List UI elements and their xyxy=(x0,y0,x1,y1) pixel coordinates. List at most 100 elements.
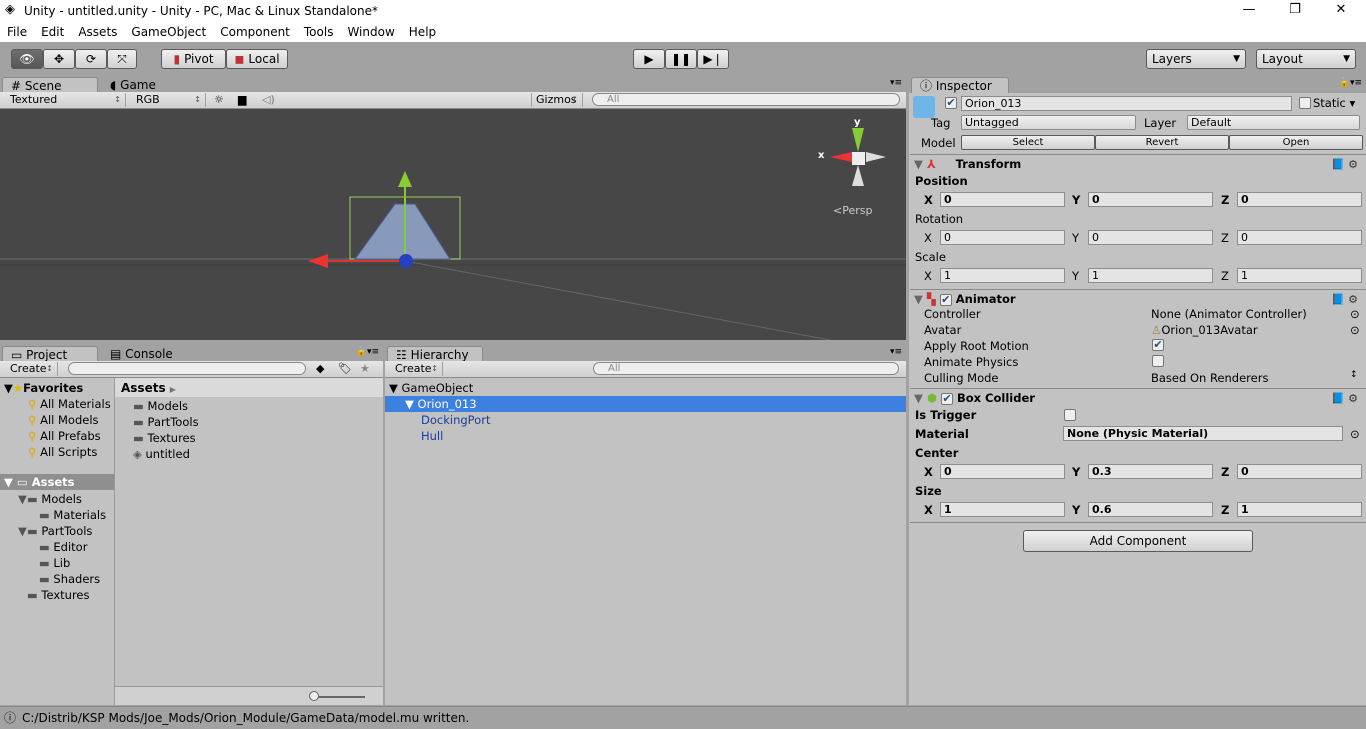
image-icon[interactable]: ▆ xyxy=(238,93,246,106)
play-button[interactable]: ▶ xyxy=(633,49,665,69)
status-bar[interactable]: ⓘ C:/Distrib/KSP Mods/Joe_Mods/Orion_Mod… xyxy=(0,706,1366,728)
tree-folder[interactable]: ▼▬ Shaders xyxy=(30,572,100,586)
menu-assets[interactable]: Assets xyxy=(71,25,124,39)
minimize-button[interactable]: — xyxy=(1234,2,1264,17)
model-select-button[interactable]: Select xyxy=(961,135,1095,150)
is-trigger-checkbox[interactable] xyxy=(1064,409,1076,421)
scale-tool-button[interactable]: ⤧ xyxy=(107,49,137,69)
panel-menu-icon[interactable]: ▾≡ xyxy=(890,78,902,88)
controller-value[interactable]: None (Animator Controller) xyxy=(1151,307,1307,321)
step-button[interactable]: ▶❘ xyxy=(697,49,729,69)
favorite-star-icon[interactable]: ★ xyxy=(360,362,370,375)
tab-inspector[interactable]: ⓘ Inspector xyxy=(911,77,1009,93)
tree-folder[interactable]: ▼▬ Models xyxy=(18,492,82,506)
scene-canvas[interactable] xyxy=(0,109,906,340)
scene-view[interactable]: x y <Persp xyxy=(0,109,906,340)
orion-mesh[interactable] xyxy=(354,203,451,260)
tree-folder[interactable]: ▼▬ Materials xyxy=(30,508,106,522)
asset-item[interactable]: ▬ Textures xyxy=(133,431,196,445)
filter-type-icon[interactable]: ◆ xyxy=(316,362,324,375)
assets-root-selected[interactable]: ▼ ▭ Assets xyxy=(0,474,114,490)
hierarchy-item[interactable]: DockingPort xyxy=(385,412,906,428)
transform-header[interactable]: ▼ ⅄ Transform 📘 ⚙ xyxy=(910,154,1366,174)
vector-y-field[interactable]: 0 xyxy=(1088,192,1213,207)
vector-y-field[interactable]: 0.3 xyxy=(1088,464,1213,479)
rotate-tool-button[interactable]: ⟳ xyxy=(75,49,107,69)
favorite-item[interactable]: ⚲ All Prefabs xyxy=(28,429,101,443)
vector-y-field[interactable]: 1 xyxy=(1088,268,1213,283)
project-create-dropdown[interactable]: Create xyxy=(6,362,58,376)
vector-z-field[interactable]: 0 xyxy=(1237,192,1362,207)
vector-y-field[interactable]: 0.6 xyxy=(1088,502,1213,517)
menu-help[interactable]: Help xyxy=(402,25,443,39)
dropdown-arrows-icon[interactable]: ↕ xyxy=(1350,370,1358,380)
add-component-button[interactable]: Add Component xyxy=(1023,530,1253,552)
local-button[interactable]: ◼ Local xyxy=(226,49,288,69)
tree-folder[interactable]: ▼▬ Lib xyxy=(30,556,70,570)
vector-x-field[interactable]: 0 xyxy=(940,192,1065,207)
tag-dropdown[interactable]: Untagged xyxy=(961,115,1136,130)
menu-file[interactable]: File xyxy=(0,25,34,39)
vector-x-field[interactable]: 0 xyxy=(940,464,1065,479)
object-picker-icon[interactable]: ⊙ xyxy=(1350,427,1360,441)
gizmo-negx-cone[interactable] xyxy=(866,152,886,162)
favorite-item[interactable]: ⚲ All Materials xyxy=(28,397,111,411)
menu-edit[interactable]: Edit xyxy=(34,25,71,39)
model-open-button[interactable]: Open xyxy=(1229,135,1363,150)
gizmo-negy-cone[interactable] xyxy=(852,165,864,186)
asset-item[interactable]: ◈ untitled xyxy=(133,447,190,461)
persp-label[interactable]: <Persp xyxy=(833,204,872,217)
avatar-value[interactable]: ♙Orion_013Avatar xyxy=(1151,323,1258,337)
favorites-header[interactable]: ▼★Favorites xyxy=(4,381,83,395)
object-name-field[interactable]: Orion_013 xyxy=(961,96,1292,111)
object-picker-icon[interactable]: ⊙ xyxy=(1350,323,1360,337)
slider-thumb[interactable] xyxy=(309,691,319,701)
animate-physics-checkbox[interactable] xyxy=(1152,355,1164,367)
favorite-item[interactable]: ⚲ All Scripts xyxy=(28,445,97,459)
vector-z-field[interactable]: 1 xyxy=(1237,502,1362,517)
assets-breadcrumb[interactable]: Assets ▶ xyxy=(115,378,383,397)
y-arrow-icon[interactable] xyxy=(398,171,412,187)
model-revert-button[interactable]: Revert xyxy=(1095,135,1229,150)
culling-mode-dropdown[interactable]: Based On Renderers xyxy=(1151,371,1268,385)
asset-item[interactable]: ▬ Models xyxy=(133,399,188,413)
vector-z-field[interactable]: 1 xyxy=(1237,268,1362,283)
layout-dropdown[interactable]: Layout ▼ xyxy=(1256,49,1356,69)
close-button[interactable]: ✕ xyxy=(1326,2,1356,17)
layer-dropdown[interactable]: Default xyxy=(1187,115,1360,130)
tab-project[interactable]: ▭ Project xyxy=(2,346,98,362)
menu-component[interactable]: Component xyxy=(213,25,297,39)
tab-hierarchy[interactable]: ☷ Hierarchy xyxy=(387,346,483,362)
view-tool-button[interactable]: 👁 xyxy=(11,49,43,69)
x-arrow-icon[interactable] xyxy=(308,254,328,268)
maximize-button[interactable]: ❐ xyxy=(1280,2,1310,17)
tree-folder[interactable]: ▼▬ Textures xyxy=(18,588,90,602)
vector-x-field[interactable]: 1 xyxy=(940,268,1065,283)
asset-item[interactable]: ▬ PartTools xyxy=(133,415,199,429)
gizmos-dropdown[interactable]: Gizmos xyxy=(531,93,583,107)
menu-tools[interactable]: Tools xyxy=(297,25,341,39)
vector-x-field[interactable]: 1 xyxy=(940,502,1065,517)
menu-gameobject[interactable]: GameObject xyxy=(124,25,213,39)
shading-mode-dropdown[interactable]: Textured xyxy=(6,93,126,107)
tab-game[interactable]: ◖ Game xyxy=(102,77,164,93)
help-gear-icons[interactable]: 📘 ⚙ xyxy=(1331,158,1358,171)
label-tag-icon[interactable]: 🏷 xyxy=(338,362,352,375)
gizmo-y-cone[interactable] xyxy=(852,128,864,152)
gizmo-center-cube[interactable] xyxy=(852,152,865,165)
hierarchy-item[interactable]: Hull xyxy=(385,428,906,444)
scene-search-input[interactable]: All xyxy=(592,93,900,106)
sun-icon[interactable]: ☼ xyxy=(214,93,224,106)
panel-menu-icon[interactable]: ▾≡ xyxy=(890,347,902,357)
gizmo-x-cone[interactable] xyxy=(830,152,852,162)
icon-size-slider[interactable] xyxy=(311,696,365,698)
static-checkbox[interactable] xyxy=(1299,97,1311,109)
help-gear-icons[interactable]: 📘 ⚙ xyxy=(1331,293,1358,306)
project-search-input[interactable] xyxy=(68,362,306,375)
object-picker-icon[interactable]: ⊙ xyxy=(1350,307,1360,321)
help-gear-icons[interactable]: 📘 ⚙ xyxy=(1331,392,1358,405)
render-mode-dropdown[interactable]: RGB xyxy=(132,93,206,107)
tab-console[interactable]: ▤ Console xyxy=(102,346,181,362)
animator-header[interactable]: ▼ ▚ ✔ Animator 📘 ⚙ xyxy=(910,289,1366,309)
box-collider-enabled-checkbox[interactable]: ✔ xyxy=(940,393,953,405)
